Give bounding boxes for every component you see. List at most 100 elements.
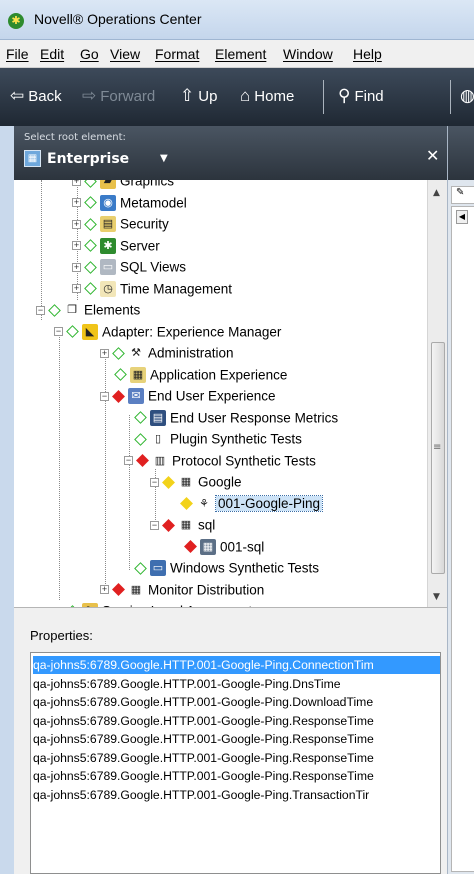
tree-node[interactable]: ⚘ 001-Google-Ping [180, 493, 324, 515]
tree-node-label: Elements [84, 302, 141, 318]
tree-node[interactable]: − ◣ Adapter: Experience Manager [54, 321, 281, 343]
tree-node[interactable]: + ▰ Graphics [72, 180, 174, 192]
menu-edit[interactable]: Edit [40, 46, 64, 62]
tree-node-label: 001-sql [220, 538, 265, 554]
tree-node[interactable]: +✎Service Level Agreements [54, 600, 259, 607]
tree-node[interactable]: ▤ End User Response Metrics [134, 407, 338, 429]
status-red-icon [136, 454, 149, 468]
expand-icon[interactable]: + [72, 180, 81, 186]
find-button[interactable]: ⚲ Find [338, 86, 384, 106]
scroll-up-icon[interactable]: ▲ [433, 188, 440, 198]
tree-node[interactable]: − ▥ Protocol Synthetic Tests [124, 450, 316, 472]
tree-node[interactable]: + ▤ Security [72, 213, 169, 235]
tree-node-label: Metamodel [120, 194, 187, 210]
close-icon[interactable]: ✕ [426, 146, 439, 165]
tree-node[interactable]: − ▦ sql [150, 514, 215, 536]
root-selector-label: Select root element: [24, 132, 126, 143]
tree-node-label: Windows Synthetic Tests [170, 560, 320, 576]
menu-format[interactable]: Format [155, 46, 199, 62]
collapse-icon[interactable]: − [100, 391, 109, 401]
status-red-icon [112, 583, 125, 597]
tree-node[interactable]: − ❐ Elements [36, 299, 140, 321]
menu-go[interactable]: Go [80, 46, 99, 62]
properties-list[interactable]: qa-johns5:6789.Google.HTTP.001-Google-Pi… [30, 652, 441, 874]
status-green-icon [134, 433, 147, 446]
tree-node[interactable]: + ◉ Metamodel [72, 192, 187, 214]
home-label: Home [254, 88, 295, 105]
status-green-icon [84, 282, 97, 296]
element-tree[interactable]: + ▰ Graphics + ◉ Metamodel + ▤ Security + ✱ Server +… [14, 180, 447, 608]
status-green-icon [84, 239, 97, 253]
tree-scrollbar[interactable]: ▲ ≡ ▼ [427, 180, 447, 607]
magnifier-icon: ⚲ [338, 86, 351, 105]
status-green-icon [84, 261, 97, 274]
scroll-grip-icon: ≡ [433, 442, 442, 453]
window-title: Novell® Operations Center [34, 11, 202, 27]
property-item[interactable]: qa-johns5:6789.Google.HTTP.001-Google-Pi… [33, 786, 440, 804]
collapse-icon[interactable]: − [150, 477, 159, 487]
tree-node[interactable]: ▦ Application Experience [114, 364, 287, 386]
tree-node[interactable]: − ▦ Google [150, 471, 242, 493]
monitor-icon: ▭ [150, 560, 166, 577]
title-bar: ✱ Novell® Operations Center [0, 0, 474, 40]
status-green-icon [66, 325, 79, 339]
tree-node[interactable]: + ▭ SQL Views [72, 256, 186, 278]
forward-button[interactable]: ⇨ Forward [82, 86, 155, 106]
back-button[interactable]: ⇦ Back [10, 86, 62, 106]
tree-node[interactable]: ▦ 001-sql [184, 536, 264, 558]
window-edge [0, 126, 14, 874]
tree-node[interactable]: + ✱ Server [72, 235, 160, 257]
menu-view[interactable]: View [110, 46, 140, 62]
tree-node[interactable]: + ◷ Time Management [72, 278, 232, 300]
scroll-down-icon[interactable]: ▼ [433, 592, 440, 602]
collapse-icon[interactable]: − [54, 327, 63, 337]
property-item[interactable]: qa-johns5:6789.Google.HTTP.001-Google-Pi… [33, 693, 440, 711]
adapter-icon: ◣ [82, 323, 98, 340]
back-arrow-icon: ⇦ [10, 86, 25, 105]
menu-file[interactable]: File [6, 46, 29, 62]
collapse-icon[interactable]: − [36, 305, 45, 315]
expand-icon[interactable]: + [100, 348, 109, 358]
more-button[interactable]: ◍ [460, 86, 474, 106]
expand-icon[interactable]: + [72, 241, 81, 251]
status-red-icon [184, 540, 197, 554]
status-green-icon [134, 411, 147, 425]
property-item[interactable]: qa-johns5:6789.Google.HTTP.001-Google-Pi… [33, 675, 440, 693]
home-button[interactable]: ⌂ Home [240, 86, 294, 106]
menu-element[interactable]: Element [215, 46, 266, 62]
tree-node[interactable]: + ▦ Monitor Distribution [100, 579, 264, 601]
menu-help[interactable]: Help [353, 46, 382, 62]
property-item[interactable]: qa-johns5:6789.Google.HTTP.001-Google-Pi… [33, 767, 440, 785]
expand-icon[interactable]: + [72, 284, 81, 294]
root-selector-value[interactable]: Enterprise [47, 151, 129, 167]
collapse-icon[interactable]: − [124, 456, 133, 466]
up-button[interactable]: ⇧ Up [180, 86, 217, 106]
collapse-icon[interactable]: − [150, 520, 159, 530]
tree-node[interactable]: + ⚒ Administration [100, 342, 234, 364]
tree-node-label: Plugin Synthetic Tests [170, 431, 302, 447]
editor-panel: ✎ ◀ [447, 126, 474, 874]
distribution-icon: ▦ [128, 581, 144, 598]
tree-node[interactable]: − ✉ End User Experience [100, 385, 276, 407]
editor-left-arrow-icon[interactable]: ◀ [456, 210, 468, 224]
chevron-down-icon[interactable]: ▼ [160, 153, 168, 164]
tree-node-label: Protocol Synthetic Tests [172, 452, 316, 468]
home-icon: ⌂ [240, 86, 251, 105]
mail-icon: ✉ [128, 388, 144, 405]
property-item[interactable]: qa-johns5:6789.Google.HTTP.001-Google-Pi… [33, 712, 440, 730]
menu-window[interactable]: Window [283, 46, 333, 62]
property-item[interactable]: qa-johns5:6789.Google.HTTP.001-Google-Pi… [33, 656, 440, 674]
scroll-thumb[interactable] [431, 342, 445, 574]
security-icon: ▤ [100, 216, 116, 233]
expand-icon[interactable]: + [100, 585, 109, 595]
property-item[interactable]: qa-johns5:6789.Google.HTTP.001-Google-Pi… [33, 749, 440, 767]
tree-node[interactable]: ▯ Plugin Synthetic Tests [134, 428, 302, 450]
expand-icon[interactable]: + [72, 262, 81, 272]
editor-tab[interactable]: ✎ [451, 186, 474, 204]
tree-node[interactable]: ▭ Windows Synthetic Tests [134, 557, 319, 579]
expand-icon[interactable]: + [72, 219, 81, 229]
expand-icon[interactable]: + [72, 198, 81, 208]
tree-node-label: Security [120, 216, 169, 232]
property-item[interactable]: qa-johns5:6789.Google.HTTP.001-Google-Pi… [33, 730, 440, 748]
tree-node-label: Administration [148, 345, 234, 361]
